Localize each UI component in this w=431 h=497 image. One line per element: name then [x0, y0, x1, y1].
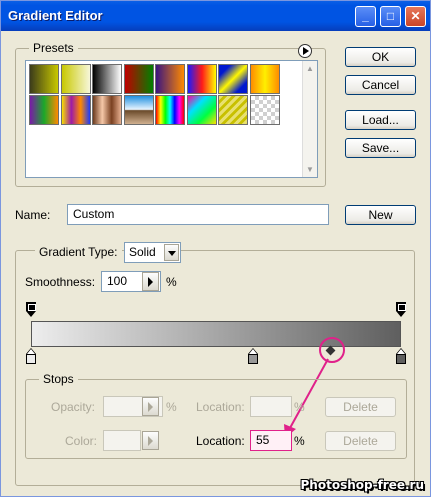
color-swatch-field[interactable]	[103, 430, 141, 451]
opacity-delete-button[interactable]: Delete	[325, 397, 396, 417]
opacity-arrow-icon[interactable]	[142, 397, 159, 416]
color-label: Color:	[65, 434, 98, 448]
watermark-text: Photoshop-free.ru	[300, 478, 425, 492]
delete-button[interactable]: Delete	[325, 431, 396, 451]
color-arrow-icon[interactable]	[142, 431, 159, 450]
gradient-editor-window: Gradient Editor _ □ ✕ Presets ▲ ▼ OK Can…	[0, 0, 431, 497]
stops-label: Stops	[39, 372, 78, 386]
opacity-location-unit: %	[294, 400, 305, 414]
location-label: Location:	[196, 434, 245, 448]
opacity-location-label: Location:	[196, 400, 245, 414]
location-field[interactable]: 55	[250, 430, 292, 451]
opacity-location-field[interactable]	[250, 396, 292, 417]
opacity-unit: %	[166, 400, 177, 414]
opacity-label: Opacity:	[51, 400, 96, 414]
location-unit: %	[294, 434, 305, 448]
